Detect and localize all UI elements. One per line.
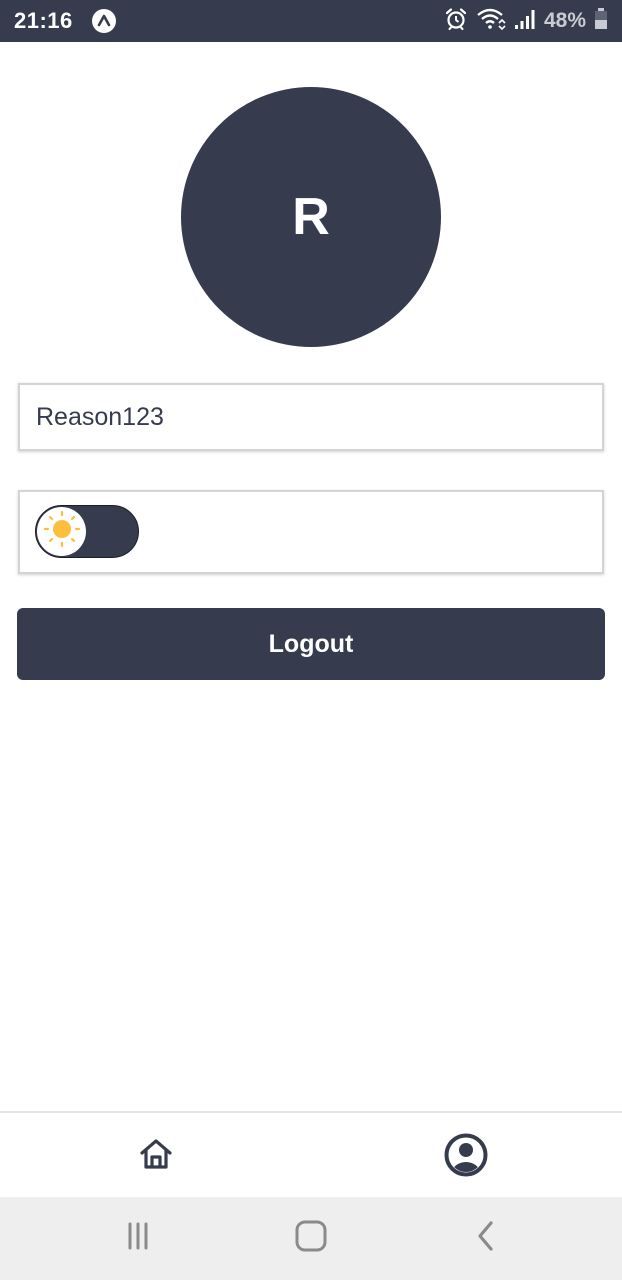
battery-icon — [594, 7, 608, 36]
back-button[interactable] — [468, 1218, 504, 1258]
sun-icon — [42, 509, 82, 554]
logout-button[interactable]: Logout — [17, 608, 605, 680]
theme-setting — [18, 490, 604, 574]
alarm-icon — [444, 7, 468, 36]
status-time: 21:16 — [14, 8, 73, 33]
home-icon — [138, 1137, 174, 1176]
tab-home[interactable] — [131, 1133, 181, 1179]
bottom-tab-bar — [0, 1111, 622, 1197]
toggle-knob — [37, 507, 86, 556]
username-field: Reason123 — [18, 383, 604, 451]
theme-toggle[interactable] — [35, 505, 139, 558]
recent-apps-button[interactable] — [118, 1220, 158, 1256]
expo-icon — [92, 9, 116, 33]
back-icon — [474, 1219, 498, 1258]
battery-percentage: 48% — [543, 9, 586, 32]
signal-icon — [514, 7, 536, 36]
system-nav-bar — [0, 1197, 622, 1280]
recent-apps-icon — [123, 1221, 153, 1256]
user-circle-icon — [444, 1133, 488, 1182]
avatar-initial: R — [292, 188, 330, 246]
home-button-icon — [294, 1219, 328, 1258]
system-home-button[interactable] — [289, 1218, 333, 1258]
wifi-icon — [476, 7, 506, 36]
avatar: R — [181, 87, 441, 347]
status-bar: 21:16 48% — [0, 0, 622, 42]
tab-profile[interactable] — [440, 1131, 492, 1183]
status-icons: 48% — [444, 7, 608, 36]
